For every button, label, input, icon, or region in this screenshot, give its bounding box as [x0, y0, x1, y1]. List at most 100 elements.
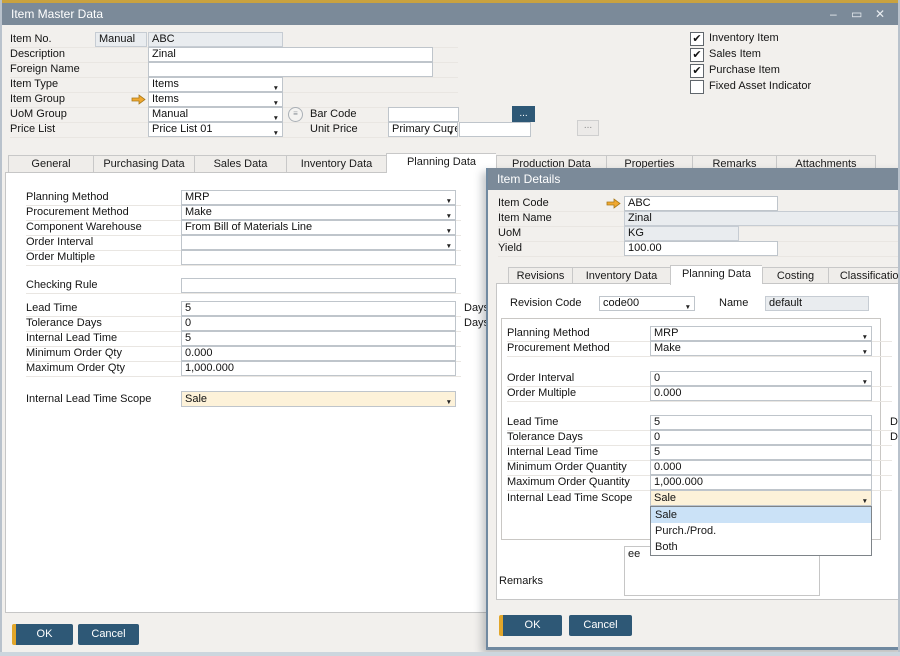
minimize-icon[interactable]: –: [825, 3, 841, 25]
dlg-tolerance-days-field[interactable]: 0: [650, 430, 872, 445]
unit-price-field[interactable]: [459, 122, 531, 137]
dlg-revision-code-label: Revision Code: [510, 297, 582, 309]
lead-time-row: Lead Time 5 Days: [26, 301, 461, 317]
dlg-order-interval-dropdown[interactable]: 0: [650, 371, 872, 386]
component-warehouse-row: Component Warehouse From Bill of Materia…: [26, 220, 461, 236]
description-row: Description Zinal: [10, 47, 458, 63]
maximize-icon[interactable]: ▭: [849, 3, 865, 25]
order-multiple-field[interactable]: [181, 250, 456, 265]
cancel-button[interactable]: Cancel: [78, 624, 139, 645]
uom-list-icon[interactable]: ≡: [288, 107, 303, 122]
dlg-internal-lead-time-field[interactable]: 5: [650, 445, 872, 460]
max-order-qty-field[interactable]: 1,000.000: [181, 361, 456, 376]
component-warehouse-dropdown[interactable]: From Bill of Materials Line: [181, 220, 456, 235]
dlg-yield-field[interactable]: 100.00: [624, 241, 778, 256]
item-group-dropdown[interactable]: Items: [148, 92, 283, 107]
dlg-cancel-button[interactable]: Cancel: [569, 615, 632, 636]
tab-purchasing-data[interactable]: Purchasing Data: [93, 155, 194, 173]
dialog-tabstrip: Revisions Inventory Data Planning Data C…: [508, 265, 900, 285]
lead-time-field[interactable]: 5: [181, 301, 456, 316]
order-interval-dropdown[interactable]: [181, 235, 456, 250]
tab-planning-data[interactable]: Planning Data: [386, 153, 496, 173]
price-list-dropdown[interactable]: Price List 01: [148, 122, 283, 137]
item-type-label: Item Type: [10, 78, 58, 90]
dlg-ilt-scope-row: Internal Lead Time Scope Sale: [507, 490, 892, 506]
max-order-qty-row: Maximum Order Qty 1,000.000: [26, 361, 461, 377]
dlg-min-order-qty-field[interactable]: 0.000: [650, 460, 872, 475]
price-list-label: Price List: [10, 123, 55, 135]
dlg-uom-field: KG: [624, 226, 739, 241]
tab-sales-data[interactable]: Sales Data: [194, 155, 286, 173]
dlg-planning-method-dropdown[interactable]: MRP: [650, 326, 872, 341]
window-title: Item Master Data: [11, 7, 103, 21]
ilt-scope-dropdown[interactable]: Sale: [181, 391, 456, 407]
tolerance-days-field[interactable]: 0: [181, 316, 456, 331]
item-type-dropdown[interactable]: Items: [148, 77, 283, 92]
procurement-method-row: Procurement Method Make: [26, 205, 461, 221]
tab-inventory-data[interactable]: Inventory Data: [286, 155, 386, 173]
link-arrow-icon[interactable]: [131, 94, 146, 105]
currency-dropdown[interactable]: Primary Curre: [388, 122, 458, 137]
tolerance-days-row: Tolerance Days 0 Days: [26, 316, 461, 332]
dlg-internal-lead-time-label: Internal Lead Time: [507, 446, 598, 458]
dlg-max-order-qty-row: Maximum Order Quantity 1,000.000: [507, 475, 892, 491]
description-label: Description: [10, 48, 65, 60]
description-field[interactable]: Zinal: [148, 47, 433, 62]
dlg-ok-button[interactable]: OK: [499, 615, 562, 636]
min-order-qty-field[interactable]: 0.000: [181, 346, 456, 361]
scope-option-both[interactable]: Both: [651, 539, 871, 555]
procurement-method-dropdown[interactable]: Make: [181, 205, 456, 220]
scope-option-sale[interactable]: Sale: [651, 507, 871, 523]
dlg-planning-method-row: Planning Method MRP: [507, 326, 892, 342]
planning-method-row: Planning Method MRP: [26, 190, 461, 206]
max-order-qty-label: Maximum Order Qty: [26, 362, 125, 374]
unit-price-browse-button[interactable]: ...: [577, 120, 599, 136]
order-interval-label: Order Interval: [26, 236, 93, 248]
internal-lead-time-field[interactable]: 5: [181, 331, 456, 346]
dlg-uom-label: UoM: [498, 227, 521, 239]
dlg-lead-time-row: Lead Time 5 Days: [507, 415, 892, 431]
sales-item-checkbox[interactable]: ✔: [690, 48, 704, 62]
foreign-name-field[interactable]: [148, 62, 433, 77]
checking-rule-row: Checking Rule: [26, 278, 461, 294]
dlg-procurement-method-label: Procurement Method: [507, 342, 610, 354]
dlg-procurement-method-dropdown[interactable]: Make: [650, 341, 872, 356]
close-icon[interactable]: ✕: [872, 3, 888, 25]
checking-rule-label: Checking Rule: [26, 279, 98, 291]
dlg-lead-time-field[interactable]: 5: [650, 415, 872, 430]
bar-code-field[interactable]: [388, 107, 459, 122]
dlg-revision-code-dropdown[interactable]: code00: [599, 296, 695, 311]
price-list-row: Price List Price List 01 Unit Price Prim…: [10, 122, 458, 138]
dlg-link-arrow-icon[interactable]: [606, 198, 621, 209]
fixed-asset-checkbox[interactable]: [690, 80, 704, 94]
uom-group-label: UoM Group: [10, 108, 67, 120]
dlg-revision-row: Revision Code code00 Name default: [510, 296, 900, 312]
bar-code-browse-button[interactable]: ...: [512, 106, 535, 122]
dlg-order-multiple-field[interactable]: 0.000: [650, 386, 872, 401]
item-no-field[interactable]: ABC: [148, 32, 283, 47]
dlg-ilt-scope-dropdown[interactable]: Sale: [650, 490, 872, 506]
scope-option-purch-prod[interactable]: Purch./Prod.: [651, 523, 871, 539]
uom-group-dropdown[interactable]: Manual: [148, 107, 283, 122]
dlg-item-name-field: Zinal: [624, 211, 900, 226]
dlg-name-label: Name: [719, 297, 748, 309]
dlg-internal-lead-time-row: Internal Lead Time 5: [507, 445, 892, 461]
ok-button[interactable]: OK: [12, 624, 73, 645]
dlg-max-order-qty-field[interactable]: 1,000.000: [650, 475, 872, 490]
dlg-item-code-field[interactable]: ABC: [624, 196, 778, 211]
planning-method-dropdown[interactable]: MRP: [181, 190, 456, 205]
window-frame-top: [0, 0, 900, 3]
checking-rule-field[interactable]: [181, 278, 456, 293]
window-titlebar: Item Master Data – ▭ ✕: [2, 3, 898, 25]
dlg-item-code-row: Item Code ABC: [498, 196, 900, 212]
bar-code-label: Bar Code: [310, 108, 356, 120]
dlg-tab-planning-data[interactable]: Planning Data: [670, 265, 762, 285]
dlg-item-name-label: Item Name: [498, 212, 552, 224]
item-no-mode-field[interactable]: Manual: [95, 32, 147, 47]
dlg-uom-row: UoM KG: [498, 226, 900, 242]
dialog-titlebar: Item Details: [488, 168, 900, 190]
inventory-item-checkbox[interactable]: ✔: [690, 32, 704, 46]
tab-general[interactable]: General: [8, 155, 93, 173]
window-frame-left: [0, 0, 2, 656]
purchase-item-checkbox[interactable]: ✔: [690, 64, 704, 78]
